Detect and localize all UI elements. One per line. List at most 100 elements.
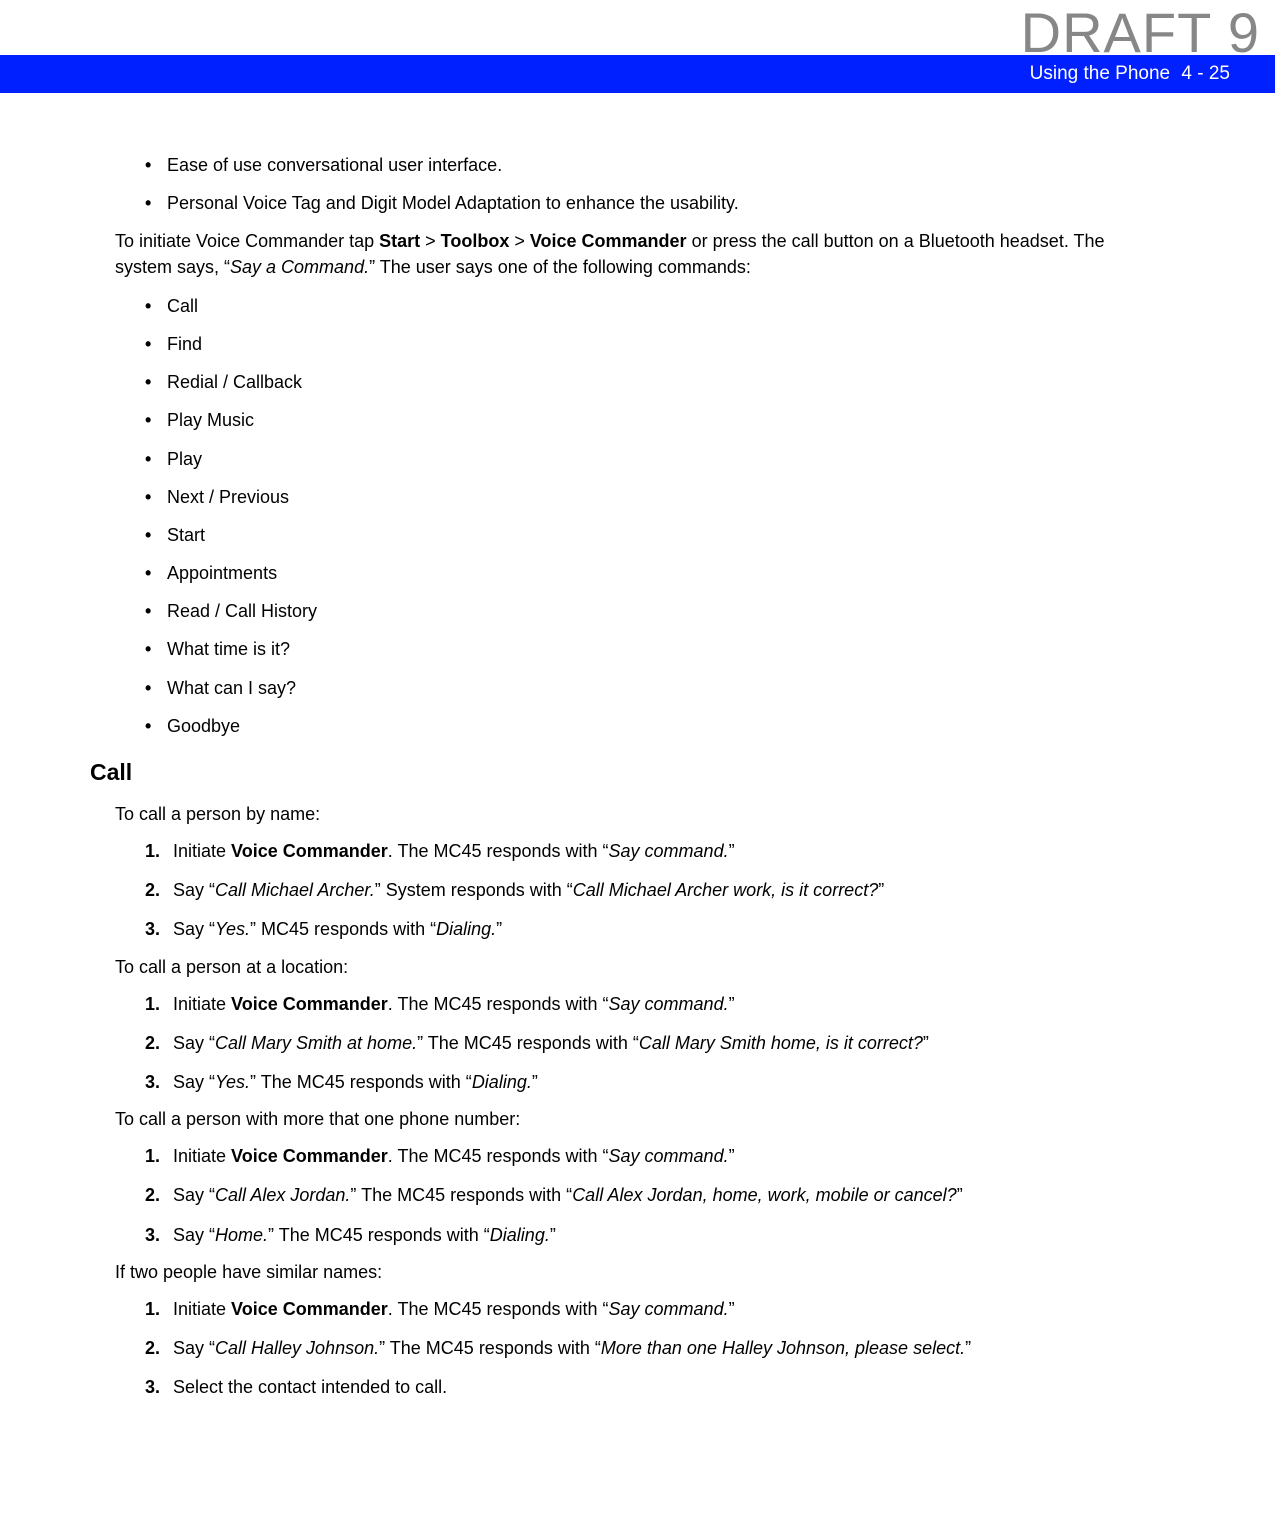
text: ” xyxy=(965,1338,971,1358)
italic-text: Say command. xyxy=(609,1299,729,1319)
text: Say “ xyxy=(173,1033,215,1053)
italic-text: Say a Command. xyxy=(230,257,369,277)
page-content: Ease of use conversational user interfac… xyxy=(0,93,1275,1444)
italic-text: Call Alex Jordan, home, work, mobile or … xyxy=(572,1185,957,1205)
list-item: Find xyxy=(145,332,1160,357)
list-item: 1.Initiate Voice Commander. The MC45 res… xyxy=(145,1144,1160,1169)
text: Initiate xyxy=(173,841,231,861)
text: ” The user says one of the following com… xyxy=(369,257,751,277)
text: . The MC45 responds with “ xyxy=(388,1299,609,1319)
call-name-steps: 1.Initiate Voice Commander. The MC45 res… xyxy=(115,839,1160,943)
text: Select the contact intended to call. xyxy=(173,1377,447,1397)
text: Say “ xyxy=(173,1225,215,1245)
text: . The MC45 responds with “ xyxy=(388,1146,609,1166)
text: ” xyxy=(729,1299,735,1319)
list-item: Read / Call History xyxy=(145,599,1160,624)
text: ” xyxy=(729,994,735,1014)
bold-text: Voice Commander xyxy=(231,994,388,1014)
text: ” xyxy=(550,1225,556,1245)
bold-text: Voice Commander xyxy=(231,1299,388,1319)
list-item: Goodbye xyxy=(145,714,1160,739)
text: To initiate Voice Commander tap xyxy=(115,231,379,251)
section-heading-call: Call xyxy=(90,759,1160,786)
italic-text: Dialing. xyxy=(490,1225,550,1245)
italic-text: Call Michael Archer. xyxy=(215,880,375,900)
text: ” xyxy=(957,1185,963,1205)
text: ” xyxy=(532,1072,538,1092)
list-item: Ease of use conversational user interfac… xyxy=(145,153,1160,178)
italic-text: Yes. xyxy=(215,919,250,939)
header-page-number: 4 - 25 xyxy=(1181,63,1230,84)
text: . The MC45 responds with “ xyxy=(388,994,609,1014)
italic-text: Yes. xyxy=(215,1072,250,1092)
list-item: What time is it? xyxy=(145,637,1160,662)
step-number: 2. xyxy=(145,1031,173,1056)
text: Say “ xyxy=(173,1338,215,1358)
italic-text: Dialing. xyxy=(472,1072,532,1092)
list-item: Appointments xyxy=(145,561,1160,586)
text: > xyxy=(509,231,530,251)
step-number: 3. xyxy=(145,1375,173,1400)
list-item: 1.Initiate Voice Commander. The MC45 res… xyxy=(145,1297,1160,1322)
text: Say “ xyxy=(173,1072,215,1092)
list-item: 1.Initiate Voice Commander. The MC45 res… xyxy=(145,839,1160,864)
italic-text: Say command. xyxy=(609,841,729,861)
text: ” xyxy=(729,1146,735,1166)
italic-text: Say command. xyxy=(609,1146,729,1166)
list-item: 3.Say “Yes.” The MC45 responds with “Dia… xyxy=(145,1070,1160,1095)
bold-text: Start xyxy=(379,231,420,251)
italic-text: More than one Halley Johnson, please sel… xyxy=(601,1338,965,1358)
text: Say “ xyxy=(173,880,215,900)
text: ” The MC45 responds with “ xyxy=(350,1185,572,1205)
call-multi-steps: 1.Initiate Voice Commander. The MC45 res… xyxy=(115,1144,1160,1248)
italic-text: Say command. xyxy=(609,994,729,1014)
step-number: 2. xyxy=(145,878,173,903)
step-number: 1. xyxy=(145,992,173,1017)
step-number: 1. xyxy=(145,1144,173,1169)
call-location-intro: To call a person at a location: xyxy=(115,957,1160,978)
text: Initiate xyxy=(173,1146,231,1166)
call-multi-intro: To call a person with more that one phon… xyxy=(115,1109,1160,1130)
text: ” MC45 responds with “ xyxy=(250,919,436,939)
list-item: 3.Select the contact intended to call. xyxy=(145,1375,1160,1400)
step-number: 1. xyxy=(145,1297,173,1322)
list-item: Call xyxy=(145,294,1160,319)
call-similar-steps: 1.Initiate Voice Commander. The MC45 res… xyxy=(115,1297,1160,1401)
italic-text: Call Alex Jordan. xyxy=(215,1185,350,1205)
intro-bullet-list: Ease of use conversational user interfac… xyxy=(115,153,1160,216)
draft-watermark: DRAFT 9 xyxy=(1021,0,1260,65)
list-item: 2.Say “Call Michael Archer.” System resp… xyxy=(145,878,1160,903)
call-similar-intro: If two people have similar names: xyxy=(115,1262,1160,1283)
text: . The MC45 responds with “ xyxy=(388,841,609,861)
italic-text: Dialing. xyxy=(436,919,496,939)
step-number: 3. xyxy=(145,1070,173,1095)
list-item: 2.Say “Call Halley Johnson.” The MC45 re… xyxy=(145,1336,1160,1361)
text: ” xyxy=(729,841,735,861)
text: ” The MC45 responds with “ xyxy=(268,1225,490,1245)
text: Initiate xyxy=(173,1299,231,1319)
list-item: 2.Say “Call Mary Smith at home.” The MC4… xyxy=(145,1031,1160,1056)
list-item: 3.Say “Yes.” MC45 responds with “Dialing… xyxy=(145,917,1160,942)
text: ” The MC45 responds with “ xyxy=(417,1033,639,1053)
list-item: Personal Voice Tag and Digit Model Adapt… xyxy=(145,191,1160,216)
bold-text: Toolbox xyxy=(441,231,510,251)
call-name-intro: To call a person by name: xyxy=(115,804,1160,825)
text: ” xyxy=(878,880,884,900)
italic-text: Call Mary Smith at home. xyxy=(215,1033,417,1053)
text: Initiate xyxy=(173,994,231,1014)
step-number: 3. xyxy=(145,917,173,942)
list-item: 2.Say “Call Alex Jordan.” The MC45 respo… xyxy=(145,1183,1160,1208)
text: ” System responds with “ xyxy=(375,880,573,900)
list-item: 1.Initiate Voice Commander. The MC45 res… xyxy=(145,992,1160,1017)
step-number: 2. xyxy=(145,1336,173,1361)
step-number: 2. xyxy=(145,1183,173,1208)
text: Say “ xyxy=(173,1185,215,1205)
intro-paragraph: To initiate Voice Commander tap Start > … xyxy=(115,229,1160,279)
text: ” xyxy=(496,919,502,939)
list-item: Play Music xyxy=(145,408,1160,433)
text: Say “ xyxy=(173,919,215,939)
text: ” The MC45 responds with “ xyxy=(379,1338,601,1358)
step-number: 3. xyxy=(145,1223,173,1248)
italic-text: Call Halley Johnson. xyxy=(215,1338,379,1358)
list-item: Play xyxy=(145,447,1160,472)
